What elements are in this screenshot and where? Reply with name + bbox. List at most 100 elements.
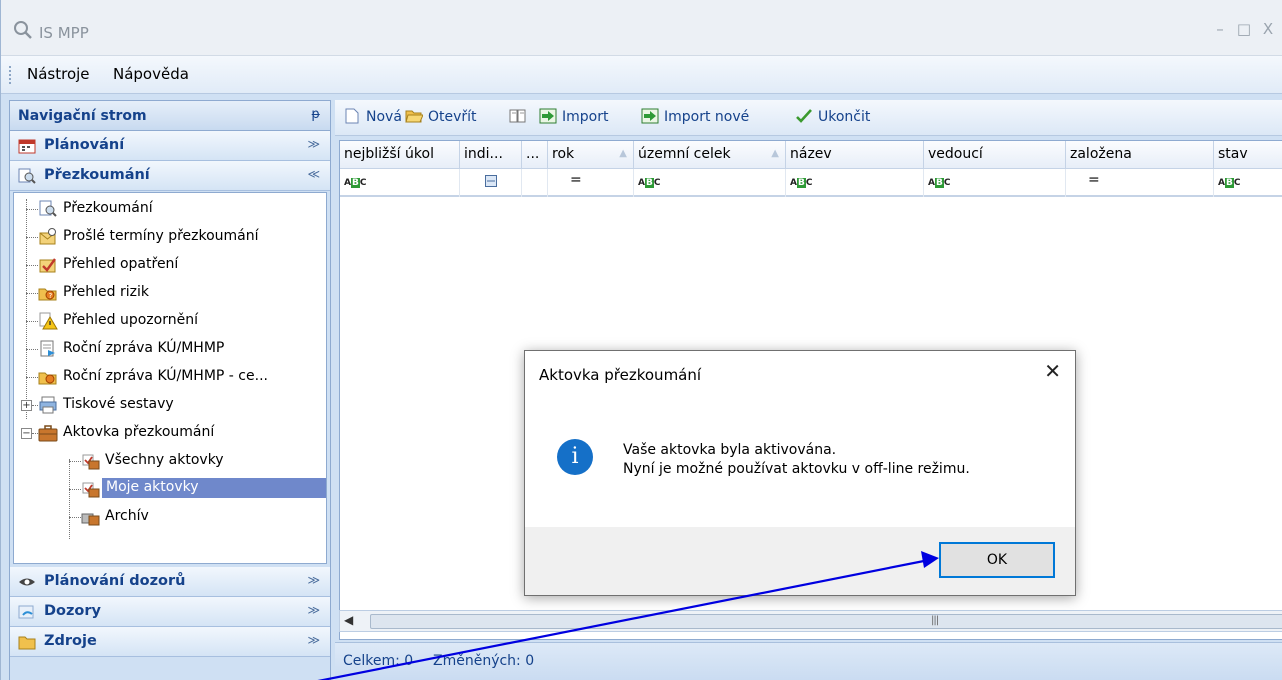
checkbox-icon: [39, 258, 56, 273]
message-dialog: Aktovka přezkoumání ✕ i Vaše aktovka byl…: [524, 350, 1076, 596]
dozory-icon: [18, 605, 34, 619]
checkmark-pen-icon: [796, 109, 812, 123]
column-header-uzemni-celek[interactable]: územní celek ▲: [634, 141, 786, 169]
open-button[interactable]: Otevřít: [405, 108, 477, 125]
ok-button[interactable]: OK: [939, 542, 1055, 578]
printer-icon: [39, 396, 57, 414]
column-header-rok[interactable]: rok ▲: [548, 141, 634, 169]
status-total: Celkem: 0: [343, 653, 414, 669]
checkbox-filter-icon: [484, 175, 497, 187]
navigation-panel: Navigační strom ᵽ Plánování ≫ Přezkoumán…: [9, 100, 331, 680]
column-header-stav[interactable]: stav: [1214, 141, 1282, 169]
dialog-message: Vaše aktovka byla aktivována. Nyní je mo…: [623, 441, 970, 479]
nav-header: Navigační strom ᵽ: [10, 101, 330, 131]
column-header-nazev[interactable]: název: [786, 141, 924, 169]
column-header-more[interactable]: ...: [522, 141, 548, 169]
filter-cell-zalozena[interactable]: =: [1066, 169, 1214, 197]
briefcase-check-icon: [82, 482, 100, 498]
filter-cell-uzemni-celek[interactable]: ABC: [634, 169, 786, 197]
tree-item-label: Roční zpráva KÚ/MHMP: [63, 340, 225, 356]
folder-icon: [18, 636, 36, 650]
tree-item-label: Přehled rizik: [63, 284, 149, 300]
document-arrow-icon: [40, 340, 55, 357]
finish-button[interactable]: Ukončit: [795, 108, 870, 125]
maximize-button[interactable]: □: [1233, 18, 1255, 40]
column-header-vedouci[interactable]: vedoucí: [924, 141, 1066, 169]
nav-title: Navigační strom: [18, 108, 147, 124]
scroll-left-arrow-icon[interactable]: ◀: [344, 613, 353, 627]
chevron-down-icon[interactable]: ≫: [307, 137, 320, 151]
tree-item-label: Moje aktovky: [102, 478, 326, 498]
finish-button-label: Ukončit: [818, 109, 871, 125]
menu-help[interactable]: Nápověda: [113, 65, 189, 83]
group-planovani[interactable]: Plánování ≫: [10, 131, 330, 161]
filter-row: ABC = ABC ABC ABC = ABC: [340, 169, 1282, 197]
tree-item-label: Aktovka přezkoumání: [63, 424, 215, 440]
eye-icon: [19, 578, 35, 586]
tree-item-moje-aktovky[interactable]: Moje aktovky: [14, 475, 326, 503]
group-label: Zdroje: [44, 633, 97, 649]
import-new-button-label: Import nové: [664, 109, 750, 125]
import-button[interactable]: Import: [539, 108, 608, 125]
tree-item-label: Archív: [105, 508, 149, 524]
group-zdroje[interactable]: Zdroje ≫: [10, 627, 330, 657]
import-new-button[interactable]: Import nové: [641, 108, 749, 125]
text-filter-icon: ABC: [790, 178, 813, 188]
horizontal-scrollbar[interactable]: ◀ |||: [339, 610, 1282, 632]
pin-icon[interactable]: ᵽ: [311, 107, 320, 122]
calendar-icon: [18, 139, 36, 154]
tree-item-label: Přezkoumání: [63, 200, 153, 216]
menu-tools[interactable]: Nástroje: [27, 65, 90, 83]
filter-cell-indi[interactable]: [460, 169, 522, 197]
group-label: Plánování: [44, 137, 125, 153]
open-button-label: Otevřít: [428, 109, 477, 125]
filter-cell-stav[interactable]: ABC: [1214, 169, 1282, 197]
chevron-down-icon[interactable]: ≫: [307, 603, 320, 617]
chevron-up-icon[interactable]: ≪: [307, 167, 320, 181]
book-button[interactable]: [509, 108, 532, 125]
menu-grip: [9, 66, 12, 84]
collapse-minus-icon[interactable]: −: [21, 428, 32, 439]
column-header-zalozena[interactable]: založena: [1066, 141, 1214, 169]
new-button[interactable]: Nová: [343, 108, 402, 125]
tree-item-label: Přehled upozornění: [63, 312, 198, 328]
warning-icon: [39, 312, 58, 330]
filter-cell-vedouci[interactable]: ABC: [924, 169, 1066, 197]
risk-folder-icon: [38, 372, 57, 385]
column-header-label: rok: [552, 146, 575, 162]
archive-icon: [81, 513, 100, 526]
dialog-close-button[interactable]: ✕: [1044, 359, 1061, 383]
menu-bar: Nástroje Nápověda: [1, 56, 1282, 94]
filter-cell-nazev[interactable]: ABC: [786, 169, 924, 197]
chevron-down-icon[interactable]: ≫: [307, 573, 320, 587]
group-label: Plánování dozorů: [44, 573, 186, 589]
tree-item-label: Roční zpráva KÚ/MHMP - ce...: [63, 368, 268, 384]
briefcase-icon: [38, 425, 58, 442]
column-header-indi[interactable]: indi...: [460, 141, 522, 169]
review-icon: [18, 168, 36, 184]
group-dozory[interactable]: Dozory ≫: [10, 597, 330, 627]
import-button-label: Import: [562, 109, 609, 125]
group-prezkoumani[interactable]: Přezkoumání ≪: [10, 161, 330, 191]
toolbar: Nová Otevřít Import Import nové Ukončit: [335, 100, 1282, 136]
tree-item-label: Prošlé termíny přezkoumání: [63, 228, 259, 244]
navigation-tree: Přezkoumání Prošlé termíny přezkoumání P…: [13, 192, 327, 564]
filter-cell-more[interactable]: [522, 169, 548, 197]
filter-cell-nejblizsi-ukol[interactable]: ABC: [340, 169, 460, 197]
book-icon: [509, 109, 526, 123]
column-header-nejblizsi-ukol[interactable]: nejbližší úkol: [340, 141, 460, 169]
dialog-message-line1: Vaše aktovka byla aktivována.: [623, 442, 837, 458]
minimize-button[interactable]: –: [1209, 18, 1231, 40]
svg-text:?: ?: [49, 292, 53, 300]
new-document-icon: [345, 108, 359, 124]
tree-item-label: Tiskové sestavy: [63, 396, 174, 412]
group-planovani-dozoru[interactable]: Plánování dozorů ≫: [10, 567, 330, 597]
chevron-down-icon[interactable]: ≫: [307, 633, 320, 647]
grid-header: nejbližší úkol indi... ... rok ▲ územní c…: [340, 141, 1282, 169]
scrollbar-thumb[interactable]: |||: [370, 614, 1282, 629]
info-icon: i: [557, 439, 593, 475]
review-icon: [39, 200, 57, 217]
filter-cell-rok[interactable]: =: [548, 169, 634, 197]
close-window-button[interactable]: X: [1257, 18, 1279, 40]
expand-plus-icon[interactable]: +: [21, 400, 32, 411]
